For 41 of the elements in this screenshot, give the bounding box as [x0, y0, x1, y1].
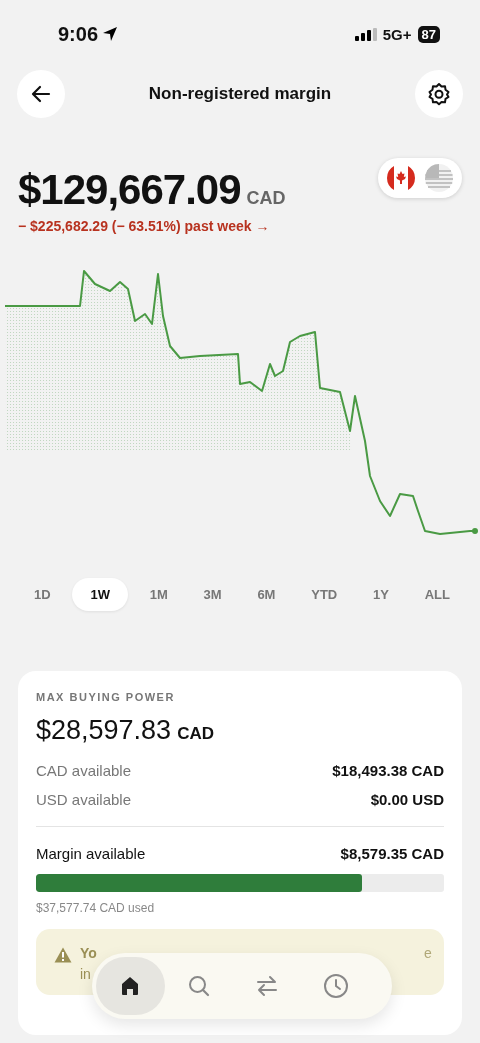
battery-indicator: 87: [417, 25, 440, 43]
balance-amount: $129,667.09: [18, 166, 241, 214]
warning-text: e: [424, 945, 432, 961]
period-tab[interactable]: 1M: [135, 578, 182, 611]
signal-icon: [354, 27, 377, 41]
back-arrow-icon: [30, 83, 52, 105]
period-tab[interactable]: 1W: [72, 578, 128, 611]
row-value: $18,493.38 CAD: [332, 762, 444, 779]
margin-label: Margin available: [36, 845, 146, 862]
row-value: $0.00 USD: [370, 791, 444, 808]
card-heading: MAX BUYING POWER: [36, 691, 176, 703]
balance-currency: CAD: [246, 188, 286, 209]
back-button[interactable]: [17, 70, 65, 118]
margin-value: $8,579.35 CAD: [340, 845, 444, 862]
settings-button[interactable]: [415, 70, 463, 118]
period-tab[interactable]: YTD: [297, 578, 352, 611]
period-tab[interactable]: 1D: [20, 578, 65, 611]
status-time: 9:06: [58, 22, 99, 46]
clock-icon: [322, 973, 349, 999]
network-label: 5G+: [382, 25, 412, 43]
canada-flag-icon[interactable]: [386, 163, 416, 193]
location-arrow-icon: [102, 26, 119, 42]
period-tab[interactable]: 3M: [189, 578, 236, 611]
period-tab[interactable]: ALL: [410, 578, 464, 611]
currency-toggle[interactable]: [378, 158, 462, 198]
page-title: Non-registered margin: [148, 84, 332, 104]
margin-used-text: $37,577.74 CAD used: [36, 901, 156, 915]
change-link[interactable]: − $225,682.29 (− 63.51%) past week →: [18, 218, 286, 234]
row-label: CAD available: [36, 762, 132, 779]
settings-icon: [427, 82, 451, 106]
buying-power-amount: $28,597.83: [36, 715, 172, 746]
warning-text: in: [80, 966, 91, 982]
warning-text: Yo: [80, 945, 97, 961]
arrows-icon: [255, 974, 280, 998]
warning-icon: [54, 947, 72, 963]
period-tab[interactable]: 6M: [243, 578, 290, 611]
search-icon: [186, 974, 211, 998]
row-label: USD available: [36, 791, 132, 808]
period-tab[interactable]: 1Y: [359, 578, 403, 611]
buying-power-currency: CAD: [177, 724, 214, 744]
home-tab[interactable]: [96, 957, 165, 1015]
